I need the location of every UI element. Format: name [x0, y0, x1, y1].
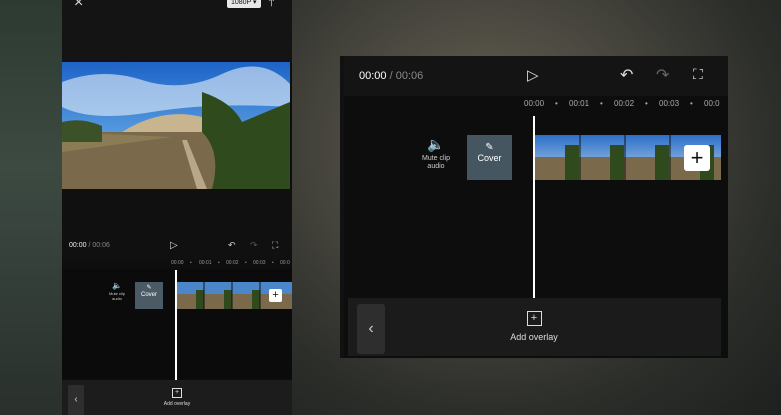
- zoomed-editor-panel: 00:00 / 00:06 ▷ ↶ ↷ ⛶ 00:00 • 00:01 • 00…: [340, 56, 728, 358]
- ruler-tick: 00:03: [659, 99, 680, 108]
- time-current: 00:00: [69, 242, 87, 249]
- redo-icon[interactable]: ↷: [250, 240, 258, 251]
- ruler-tick: 00:01: [569, 99, 590, 108]
- ruler-dot: •: [245, 260, 247, 266]
- time-total: / 00:06: [386, 70, 424, 82]
- speaker-icon: 🔈: [112, 281, 122, 290]
- speaker-icon: 🔈: [427, 136, 445, 152]
- ruler-dot: •: [600, 99, 603, 108]
- mute-clip-audio-button[interactable]: 🔈 Mute clip audio: [104, 281, 130, 302]
- add-clip-plus-icon[interactable]: +: [684, 145, 710, 171]
- mute-label: Mute clip audio: [108, 291, 125, 301]
- add-overlay-button[interactable]: + Add overlay: [157, 388, 197, 407]
- close-icon[interactable]: ×: [74, 0, 83, 12]
- ruler-dot: •: [272, 260, 274, 266]
- time-total: / 00:06: [86, 242, 110, 249]
- timeline-ruler: 00:00 • 00:01 • 00:02 • 00:03 • 00:0: [62, 259, 292, 269]
- cover-label: Cover: [477, 153, 502, 163]
- fullscreen-icon[interactable]: ⛶: [693, 66, 703, 83]
- redo-icon[interactable]: ↷: [656, 65, 669, 85]
- add-clip-plus-icon[interactable]: +: [269, 289, 282, 302]
- add-overlay-button[interactable]: + Add overlay: [499, 311, 569, 342]
- pencil-icon: ✎: [485, 142, 494, 153]
- ruler-tick: 00:02: [614, 99, 635, 108]
- ruler-dot: •: [190, 260, 192, 266]
- pencil-icon: ✎: [146, 285, 152, 291]
- background-left: [0, 0, 62, 415]
- playhead[interactable]: [175, 270, 177, 380]
- undo-icon[interactable]: ↶: [228, 240, 236, 251]
- ruler-dot: •: [645, 99, 648, 108]
- export-icon[interactable]: ⤒: [269, 0, 274, 10]
- phone-top-bar: [62, 0, 292, 62]
- add-overlay-label: Add overlay: [510, 332, 558, 342]
- undo-icon[interactable]: ↶: [620, 65, 633, 85]
- play-icon[interactable]: ▷: [527, 66, 539, 84]
- mute-label: Mute clip audio: [421, 155, 450, 170]
- cover-label: Cover: [140, 292, 157, 298]
- resolution-dropdown[interactable]: 1080P ▾: [227, 0, 261, 8]
- ruler-tick: 00:0: [280, 260, 290, 266]
- timeline-ruler: 00:00 • 00:01 • 00:02 • 00:03 • 00:0: [344, 96, 728, 114]
- cover-button[interactable]: ✎ Cover: [135, 282, 163, 309]
- ruler-dot: •: [690, 99, 693, 108]
- back-chevron-icon[interactable]: ‹: [68, 385, 84, 415]
- playback-time: 00:00 / 00:06: [359, 70, 423, 82]
- playhead[interactable]: [533, 116, 535, 298]
- fullscreen-icon[interactable]: ⛶: [272, 240, 278, 251]
- phone-editor: × 1080P ▾ ⤒ 00:00 / 00:06 ▷ ↶ ↷ ⛶ 00:00 …: [62, 0, 292, 415]
- video-preview: [62, 62, 290, 189]
- mute-clip-audio-button[interactable]: 🔈 Mute clip audio: [418, 136, 454, 171]
- ruler-tick: 00:00: [171, 260, 184, 266]
- cover-button[interactable]: ✎ Cover: [467, 135, 512, 180]
- back-chevron-icon[interactable]: ‹: [357, 304, 385, 354]
- add-overlay-label: Add overlay: [163, 401, 191, 407]
- time-current: 00:00: [359, 70, 387, 82]
- ruler-tick: 00:0: [704, 99, 720, 108]
- ruler-tick: 00:02: [226, 260, 239, 266]
- add-overlay-icon: +: [172, 388, 182, 398]
- playback-time: 00:00 / 00:06: [69, 242, 110, 249]
- play-icon[interactable]: ▷: [170, 240, 178, 251]
- ruler-dot: •: [555, 99, 558, 108]
- add-overlay-icon: +: [526, 311, 542, 326]
- ruler-tick: 00:03: [253, 260, 266, 266]
- ruler-dot: •: [218, 260, 220, 266]
- ruler-tick: 00:00: [524, 99, 545, 108]
- ruler-tick: 00:01: [199, 260, 212, 266]
